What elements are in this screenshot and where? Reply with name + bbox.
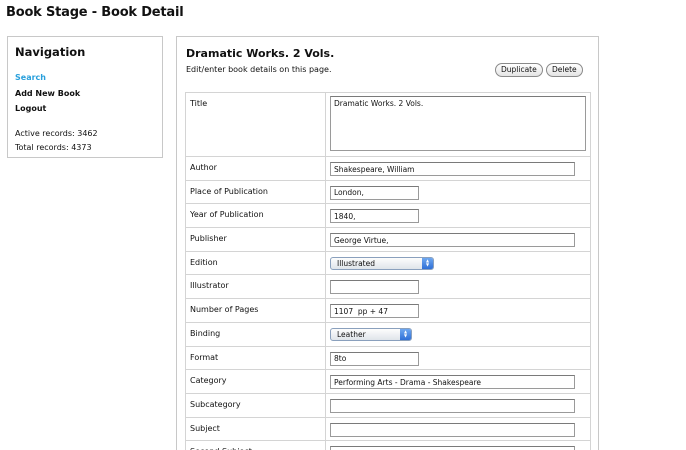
pages-label: Number of Pages	[185, 298, 326, 323]
book-form: Title Dramatic Works. 2 Vols. Author Pla…	[185, 92, 591, 450]
illustrator-label: Illustrator	[185, 274, 326, 300]
form-row-year: Year of Publication	[185, 203, 591, 229]
navigation-heading: Navigation	[15, 45, 86, 59]
year-label: Year of Publication	[185, 203, 326, 229]
publisher-input[interactable]	[330, 233, 575, 248]
form-row-edition: Edition Illustrated ▲ ▼	[185, 250, 591, 276]
navigation-panel: Navigation Search Add New Book Logout Ac…	[7, 36, 163, 158]
binding-selected-value: Leather	[337, 329, 366, 339]
form-row-pages: Number of Pages	[185, 298, 591, 323]
book-detail-panel: Dramatic Works. 2 Vols. Edit/enter book …	[176, 36, 599, 450]
format-label: Format	[185, 345, 326, 371]
form-row-publisher: Publisher	[185, 227, 591, 252]
place-label: Place of Publication	[185, 179, 326, 205]
second-subject-label: Second Subject	[185, 440, 326, 450]
form-row-category: Category	[185, 369, 591, 394]
subcategory-input[interactable]	[330, 398, 575, 413]
place-input[interactable]	[330, 185, 419, 200]
edition-select[interactable]: Illustrated ▲ ▼	[330, 256, 434, 270]
updown-arrows-icon: ▲ ▼	[400, 328, 411, 340]
binding-label: Binding	[185, 321, 326, 347]
edition-selected-value: Illustrated	[337, 258, 375, 268]
nav-link-add-new-book[interactable]: Add New Book	[15, 86, 155, 102]
book-instructions: Edit/enter book details on this page.	[186, 65, 332, 74]
subcategory-label: Subcategory	[185, 392, 326, 418]
form-row-title: Title Dramatic Works. 2 Vols.	[185, 92, 591, 157]
category-input[interactable]	[330, 375, 575, 390]
author-label: Author	[185, 156, 326, 181]
nav-link-logout[interactable]: Logout	[15, 101, 155, 117]
category-label: Category	[185, 369, 326, 394]
delete-button[interactable]: Delete	[546, 63, 583, 77]
publisher-label: Publisher	[185, 227, 326, 252]
nav-link-search[interactable]: Search	[15, 70, 155, 86]
active-records: Active records: 3462	[15, 128, 98, 138]
binding-select[interactable]: Leather ▲ ▼	[330, 327, 412, 341]
subject-label: Subject	[185, 416, 326, 442]
pages-input[interactable]	[330, 304, 419, 319]
subject-input[interactable]	[330, 422, 575, 437]
updown-arrows-icon: ▲ ▼	[422, 257, 433, 269]
form-row-binding: Binding Leather ▲ ▼	[185, 321, 591, 347]
illustrator-input[interactable]	[330, 280, 419, 295]
book-heading: Dramatic Works. 2 Vols.	[186, 47, 335, 60]
record-stats: Active records: 3462 Total records: 4373	[15, 127, 155, 155]
edition-label: Edition	[185, 250, 326, 276]
form-row-place: Place of Publication	[185, 179, 591, 205]
title-label: Title	[185, 92, 326, 157]
title-textarea[interactable]: Dramatic Works. 2 Vols.	[330, 96, 586, 151]
second-subject-input[interactable]	[330, 446, 575, 450]
form-row-subject: Subject	[185, 416, 591, 442]
format-input[interactable]	[330, 351, 419, 366]
author-input[interactable]	[330, 162, 575, 176]
year-input[interactable]	[330, 209, 419, 224]
page-title: Book Stage - Book Detail	[6, 5, 184, 20]
form-row-author: Author	[185, 156, 591, 181]
duplicate-button[interactable]: Duplicate	[495, 63, 543, 77]
form-row-format: Format	[185, 345, 591, 371]
total-records: Total records: 4373	[15, 142, 92, 152]
form-row-illustrator: Illustrator	[185, 274, 591, 300]
form-row-second-subject: Second Subject	[185, 440, 591, 450]
form-row-subcategory: Subcategory	[185, 392, 591, 418]
